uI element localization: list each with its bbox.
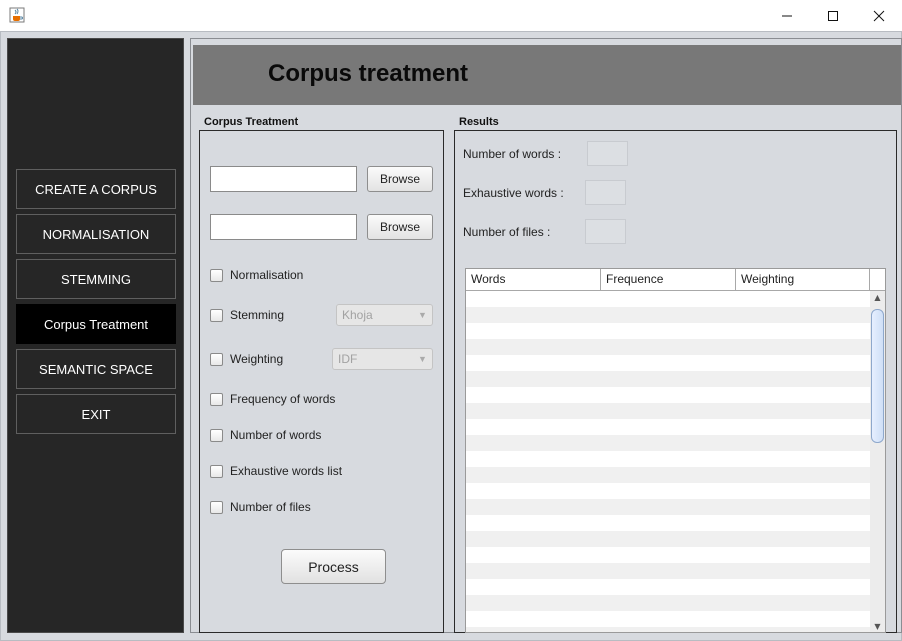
table-row[interactable] bbox=[466, 595, 870, 611]
column-header-weighting[interactable]: Weighting bbox=[736, 269, 870, 291]
table-scrollbar[interactable]: ▲ ▼ bbox=[870, 291, 885, 632]
browse-button-1[interactable]: Browse bbox=[367, 166, 433, 192]
weighting-label: Weighting bbox=[230, 352, 284, 366]
option-weighting[interactable]: Weighting bbox=[210, 352, 283, 366]
number-of-words-label: Number of words bbox=[230, 428, 322, 442]
close-icon bbox=[873, 10, 885, 21]
close-button[interactable] bbox=[856, 0, 902, 31]
column-header-words[interactable]: Words bbox=[466, 269, 601, 291]
exhaustive-words-list-label: Exhaustive words list bbox=[230, 464, 343, 478]
number-of-files-checkbox[interactable] bbox=[210, 500, 223, 514]
corpus-path-input-1[interactable] bbox=[210, 166, 357, 192]
table-row[interactable] bbox=[466, 435, 870, 451]
minimize-icon bbox=[782, 15, 792, 16]
scroll-up-icon[interactable]: ▲ bbox=[870, 291, 885, 305]
corpus-path-input-2[interactable] bbox=[210, 214, 357, 240]
normalisation-checkbox[interactable] bbox=[210, 268, 223, 282]
number-of-words-result-label: Number of words : bbox=[463, 147, 562, 161]
chevron-down-icon: ▼ bbox=[418, 354, 427, 364]
exhaustive-words-list-checkbox[interactable] bbox=[210, 464, 223, 478]
exhaustive-words-result-label: Exhaustive words : bbox=[463, 186, 564, 200]
stemming-algorithm-select[interactable]: Khoja ▼ bbox=[336, 304, 433, 326]
table-row[interactable] bbox=[466, 563, 870, 579]
table-header: Words Frequence Weighting bbox=[466, 269, 885, 291]
frequency-of-words-checkbox[interactable] bbox=[210, 392, 223, 406]
stemming-checkbox[interactable] bbox=[210, 308, 223, 322]
option-frequency-of-words[interactable]: Frequency of words bbox=[210, 392, 335, 406]
table-row[interactable] bbox=[466, 451, 870, 467]
sidebar-item-stemming[interactable]: STEMMING bbox=[16, 259, 176, 299]
minimize-button[interactable] bbox=[764, 0, 810, 31]
table-row[interactable] bbox=[466, 499, 870, 515]
option-number-of-files[interactable]: Number of files bbox=[210, 500, 311, 514]
maximize-icon bbox=[828, 10, 838, 21]
number-of-files-result-value bbox=[585, 219, 626, 244]
option-exhaustive-words-list[interactable]: Exhaustive words list bbox=[210, 464, 342, 478]
stemming-algorithm-value: Khoja bbox=[342, 308, 373, 322]
number-of-files-result-label: Number of files : bbox=[463, 225, 551, 239]
sidebar: CREATE A CORPUS NORMALISATION STEMMING C… bbox=[7, 38, 184, 633]
stemming-label: Stemming bbox=[230, 308, 285, 322]
table-row[interactable] bbox=[466, 627, 870, 632]
browse-button-2[interactable]: Browse bbox=[367, 214, 433, 240]
number-of-files-label: Number of files bbox=[230, 500, 311, 514]
title-bar bbox=[0, 0, 902, 31]
frequency-of-words-label: Frequency of words bbox=[230, 392, 336, 406]
results-group-title: Results bbox=[459, 116, 499, 128]
process-button[interactable]: Process bbox=[281, 549, 386, 584]
maximize-button[interactable] bbox=[810, 0, 856, 31]
weighting-method-value: IDF bbox=[338, 352, 358, 366]
page-header: Corpus treatment bbox=[193, 45, 901, 105]
sidebar-item-semantic-space[interactable]: SEMANTIC SPACE bbox=[16, 349, 176, 389]
table-row[interactable] bbox=[466, 531, 870, 547]
table-row[interactable] bbox=[466, 579, 870, 595]
table-row[interactable] bbox=[466, 547, 870, 563]
table-row[interactable] bbox=[466, 339, 870, 355]
normalisation-label: Normalisation bbox=[230, 268, 304, 282]
table-row[interactable] bbox=[466, 403, 870, 419]
sidebar-item-corpus-treatment[interactable]: Corpus Treatment bbox=[16, 304, 176, 344]
chevron-down-icon: ▼ bbox=[418, 310, 427, 320]
number-of-words-result-value bbox=[587, 141, 628, 166]
scroll-thumb[interactable] bbox=[871, 309, 884, 443]
scroll-down-icon[interactable]: ▼ bbox=[870, 620, 885, 632]
table-row[interactable] bbox=[466, 323, 870, 339]
number-of-words-checkbox[interactable] bbox=[210, 428, 223, 442]
table-row[interactable] bbox=[466, 291, 870, 307]
weighting-method-select[interactable]: IDF ▼ bbox=[332, 348, 433, 370]
option-stemming[interactable]: Stemming bbox=[210, 308, 284, 322]
table-row[interactable] bbox=[466, 611, 870, 627]
page-title: Corpus treatment bbox=[268, 60, 469, 87]
sidebar-item-exit[interactable]: EXIT bbox=[16, 394, 176, 434]
corpus-treatment-group-title: Corpus Treatment bbox=[204, 116, 299, 128]
table-row[interactable] bbox=[466, 387, 870, 403]
table-row[interactable] bbox=[466, 515, 870, 531]
table-row[interactable] bbox=[466, 483, 870, 499]
table-row[interactable] bbox=[466, 355, 870, 371]
table-row[interactable] bbox=[466, 371, 870, 387]
results-table[interactable]: Words Frequence Weighting ▲ ▼ bbox=[465, 268, 886, 633]
table-body bbox=[466, 291, 870, 632]
sidebar-item-normalisation[interactable]: NORMALISATION bbox=[16, 214, 176, 254]
option-normalisation[interactable]: Normalisation bbox=[210, 268, 303, 282]
exhaustive-words-result-value bbox=[585, 180, 626, 205]
sidebar-item-create-corpus[interactable]: CREATE A CORPUS bbox=[16, 169, 176, 209]
table-row[interactable] bbox=[466, 467, 870, 483]
table-row[interactable] bbox=[466, 419, 870, 435]
option-number-of-words[interactable]: Number of words bbox=[210, 428, 321, 442]
weighting-checkbox[interactable] bbox=[210, 352, 223, 366]
java-cup-icon bbox=[9, 7, 25, 23]
column-header-frequence[interactable]: Frequence bbox=[601, 269, 736, 291]
table-row[interactable] bbox=[466, 307, 870, 323]
